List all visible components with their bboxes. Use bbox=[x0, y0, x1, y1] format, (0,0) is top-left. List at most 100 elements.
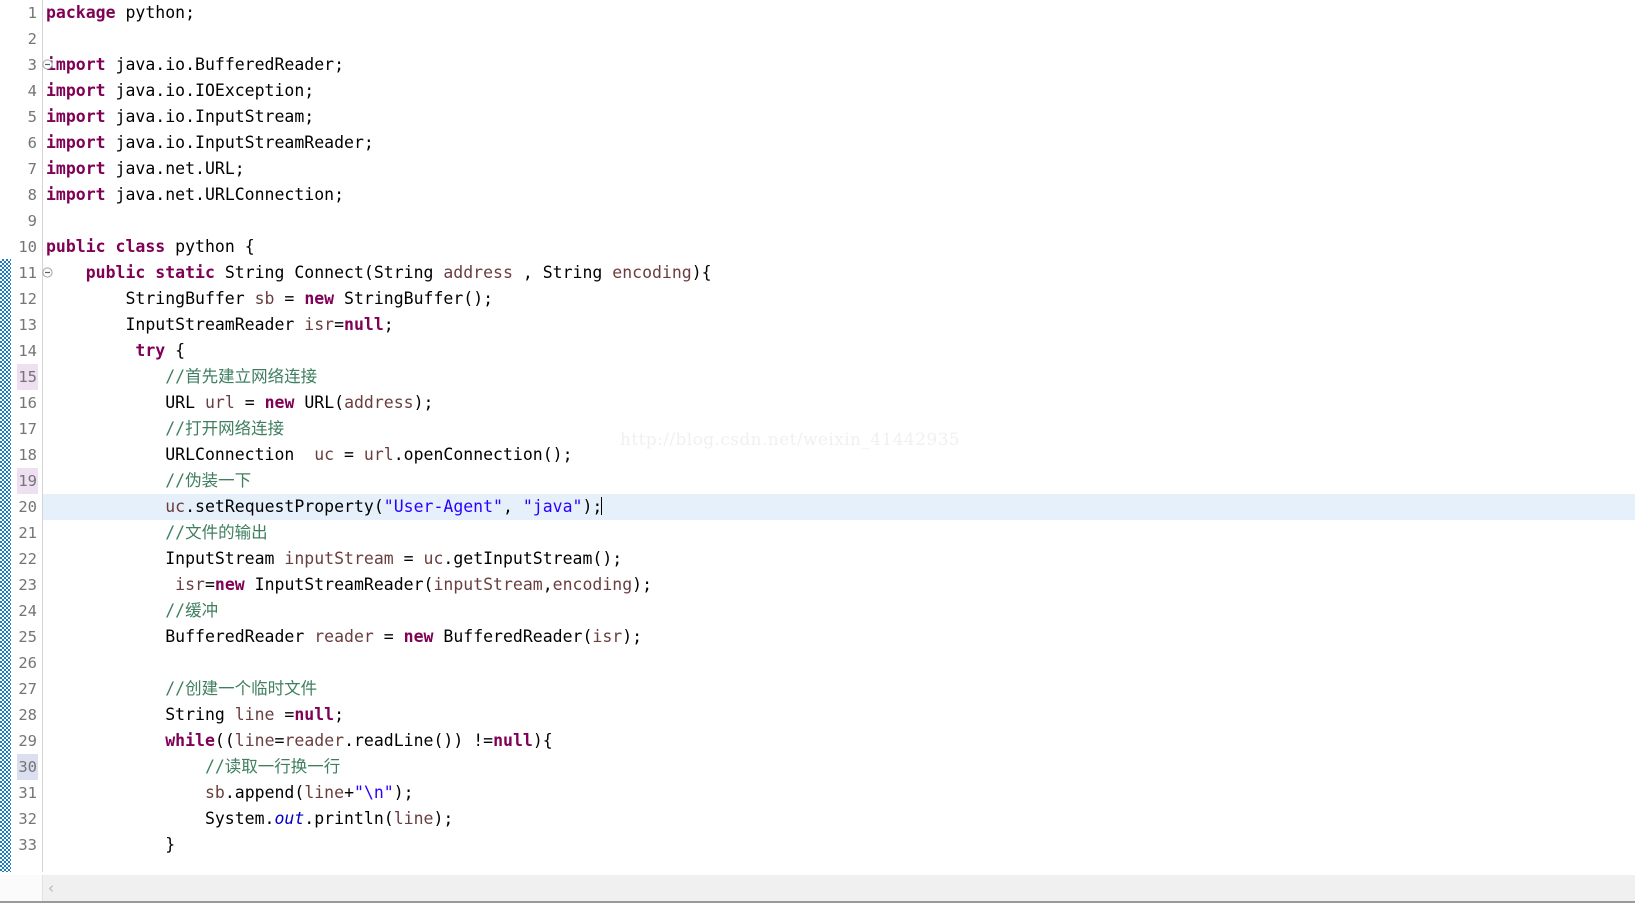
code-token-kw: package bbox=[46, 3, 116, 22]
line-number: 4 bbox=[27, 82, 37, 100]
code-token-pln bbox=[46, 341, 135, 360]
code-line[interactable]: try { bbox=[42, 338, 1635, 364]
gutter-line[interactable]: 2 bbox=[0, 26, 42, 52]
code-line[interactable]: //首先建立网络连接 bbox=[42, 364, 1635, 390]
code-token-kw: new bbox=[403, 627, 434, 646]
code-line[interactable]: System.out.println(line); bbox=[42, 806, 1635, 832]
code-line[interactable] bbox=[42, 650, 1635, 676]
code-content-area[interactable]: package python; import java.io.BufferedRe… bbox=[42, 0, 1635, 872]
code-token-pln: , bbox=[503, 497, 523, 516]
horizontal-scrollbar[interactable]: ‹ bbox=[0, 874, 1635, 902]
code-line[interactable] bbox=[42, 26, 1635, 52]
gutter-line[interactable]: 8 bbox=[0, 182, 42, 208]
code-token-par: encoding bbox=[612, 263, 692, 282]
editor-gutter[interactable]: 1 2 3 4 5 6 7 8 9 10 11 12 13 14 15 16 17 18 19 20 21 22 23 24 2… bbox=[0, 0, 53, 872]
code-line-current[interactable]: uc.setRequestProperty("User-Agent", "jav… bbox=[42, 494, 1635, 520]
gutter-line[interactable]: 7 bbox=[0, 156, 42, 182]
code-line[interactable]: BufferedReader reader = new BufferedRead… bbox=[42, 624, 1635, 650]
code-token-pln: URL( bbox=[294, 393, 345, 412]
code-token-pln: ){ bbox=[691, 263, 712, 282]
gutter-line[interactable]: 1 bbox=[0, 0, 42, 26]
code-token-pln: BufferedReader( bbox=[433, 627, 593, 646]
line-number: 11 bbox=[18, 264, 37, 282]
code-line[interactable]: //缓冲 bbox=[42, 598, 1635, 624]
code-token-par: url bbox=[363, 445, 394, 464]
code-line[interactable]: public class python { bbox=[42, 234, 1635, 260]
fold-collapse-icon[interactable] bbox=[42, 267, 53, 278]
code-token-pln: java.io.IOException; bbox=[105, 81, 315, 100]
code-line[interactable] bbox=[42, 208, 1635, 234]
line-number: 22 bbox=[18, 550, 37, 568]
code-token-str: "User-Agent" bbox=[383, 497, 503, 516]
code-token-par: address bbox=[344, 393, 414, 412]
code-line[interactable]: while((line=reader.readLine()) !=null){ bbox=[42, 728, 1635, 754]
code-token-pln: InputStream bbox=[46, 549, 285, 568]
gutter-line[interactable]: 9 bbox=[0, 208, 42, 234]
code-line[interactable]: StringBuffer sb = new StringBuffer(); bbox=[42, 286, 1635, 312]
code-line[interactable]: import java.net.URLConnection; bbox=[42, 182, 1635, 208]
code-token-pln: InputStreamReader( bbox=[244, 575, 434, 594]
code-token-pln: = bbox=[234, 393, 265, 412]
code-editor[interactable]: 1 2 3 4 5 6 7 8 9 10 11 12 13 14 15 16 17 18 19 20 21 22 23 24 2… bbox=[0, 0, 1635, 903]
code-line[interactable]: //读取一行换一行 bbox=[42, 754, 1635, 780]
code-line[interactable]: //伪装一下 bbox=[42, 468, 1635, 494]
code-token-kw: try bbox=[135, 341, 166, 360]
code-token-kw: public static bbox=[85, 263, 215, 282]
scrollbar-corner bbox=[0, 875, 43, 902]
code-line[interactable]: URLConnection uc = url.openConnection(); bbox=[42, 442, 1635, 468]
fold-collapse-icon[interactable] bbox=[42, 59, 53, 70]
code-line[interactable]: import java.io.IOException; bbox=[42, 78, 1635, 104]
code-token-pln: ){ bbox=[532, 731, 553, 750]
code-token-pln: python { bbox=[165, 237, 255, 256]
code-token-par: uc bbox=[314, 445, 335, 464]
code-line[interactable]: String line =null; bbox=[42, 702, 1635, 728]
code-line[interactable]: URL url = new URL(address); bbox=[42, 390, 1635, 416]
code-line[interactable]: //创建一个临时文件 bbox=[42, 676, 1635, 702]
line-number: 10 bbox=[18, 238, 37, 256]
code-token-pln: , String bbox=[512, 263, 613, 282]
code-line[interactable]: import java.io.InputStreamReader; bbox=[42, 130, 1635, 156]
code-token-pln: { bbox=[165, 341, 186, 360]
code-line[interactable]: //文件的输出 bbox=[42, 520, 1635, 546]
code-token-par: line bbox=[234, 731, 275, 750]
gutter-line[interactable]: 3 bbox=[0, 52, 53, 78]
gutter-line[interactable]: 6 bbox=[0, 130, 42, 156]
code-token-pln: ); bbox=[582, 497, 603, 516]
code-line[interactable]: } bbox=[42, 832, 1635, 858]
code-token-pln: = bbox=[274, 731, 285, 750]
code-token-pln: java.net.URL; bbox=[105, 159, 245, 178]
code-token-pln: = bbox=[334, 445, 364, 464]
code-token-par: isr bbox=[175, 575, 205, 594]
gutter-line[interactable]: 5 bbox=[0, 104, 42, 130]
code-token-pln: String bbox=[46, 705, 235, 724]
line-number: 9 bbox=[27, 212, 37, 230]
code-token-par: isr bbox=[592, 627, 623, 646]
code-token-pln: ); bbox=[393, 783, 414, 802]
code-token-pln: java.io.InputStreamReader; bbox=[105, 133, 374, 152]
line-number: 33 bbox=[18, 836, 37, 854]
gutter-line[interactable]: 4 bbox=[0, 78, 42, 104]
line-number: 5 bbox=[27, 108, 37, 126]
code-line[interactable]: public static String Connect(String addr… bbox=[42, 260, 1635, 286]
code-line[interactable]: import java.io.InputStream; bbox=[42, 104, 1635, 130]
code-line[interactable]: import java.io.BufferedReader; bbox=[42, 52, 1635, 78]
code-line[interactable]: InputStream inputStream = uc.getInputStr… bbox=[42, 546, 1635, 572]
code-token-par: reader bbox=[284, 731, 345, 750]
scroll-left-arrow-icon[interactable]: ‹ bbox=[48, 875, 54, 902]
code-line[interactable]: isr=new InputStreamReader(inputStream,en… bbox=[42, 572, 1635, 598]
code-line[interactable]: InputStreamReader isr=null; bbox=[42, 312, 1635, 338]
code-line[interactable]: //打开网络连接 bbox=[42, 416, 1635, 442]
gutter-line[interactable]: 10 bbox=[0, 234, 42, 260]
code-token-pln: StringBuffer bbox=[46, 289, 255, 308]
line-number: 23 bbox=[18, 576, 37, 594]
code-token-pln: ); bbox=[413, 393, 434, 412]
code-token-par: reader bbox=[314, 627, 374, 646]
code-token-pln: InputStreamReader bbox=[46, 315, 305, 334]
line-number: 2 bbox=[27, 30, 37, 48]
code-line[interactable]: sb.append(line+"\n"); bbox=[42, 780, 1635, 806]
code-line[interactable]: package python; bbox=[42, 0, 1635, 26]
code-token-pln: URL bbox=[46, 393, 205, 412]
code-line[interactable]: import java.net.URL; bbox=[42, 156, 1635, 182]
code-token-kw: new bbox=[214, 575, 245, 594]
code-token-cmt: //打开网络连接 bbox=[46, 419, 285, 438]
